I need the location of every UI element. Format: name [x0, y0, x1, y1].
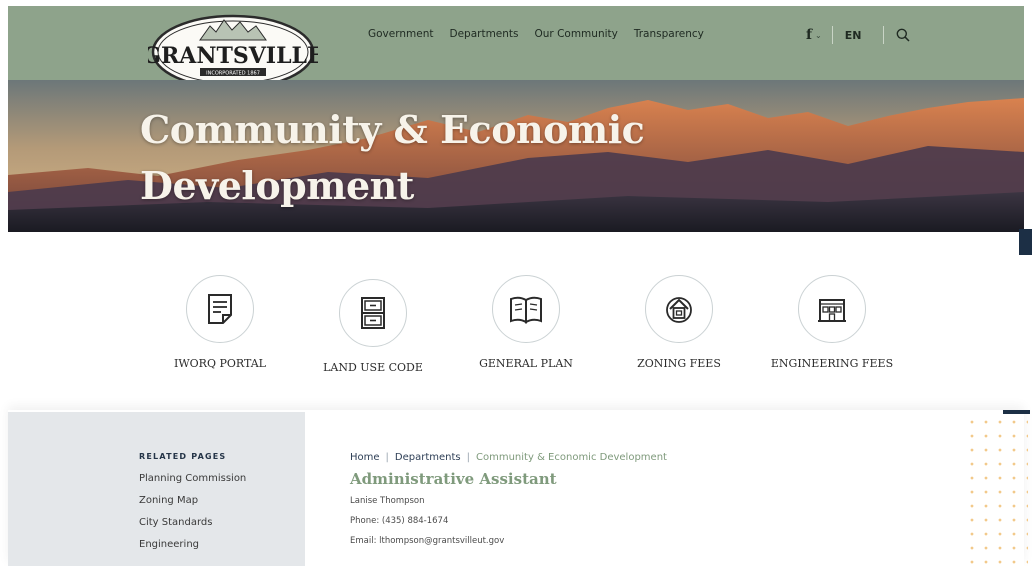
quick-link-circle [645, 275, 713, 343]
hero-title-line-1: Community & Economic [140, 107, 645, 152]
header-utilities: f ⌄ EN [806, 25, 910, 45]
sidebar-item-planning-commission[interactable]: Planning Commission [139, 472, 246, 494]
decorative-dot-pattern [968, 418, 1028, 566]
quick-link-circle [339, 279, 407, 347]
quick-link-circle [798, 275, 866, 343]
nav-government[interactable]: Government [368, 28, 433, 40]
contact-name: Lanise Thompson [350, 496, 425, 506]
page-title: Administrative Assistant [350, 470, 557, 488]
breadcrumb: Home | Departments | Community & Economic De… [350, 452, 667, 463]
quick-link-land-use-code[interactable]: LAND USE CODE [303, 279, 443, 374]
quick-link-engineering-fees[interactable]: ENGINEERING FEES [762, 275, 902, 370]
quick-links: IWORQ PORTAL LAND USE CODE GENERAL PLAN … [0, 232, 1032, 410]
side-tab-indicator [1003, 410, 1030, 414]
divider [883, 26, 885, 44]
facebook-icon[interactable]: f [806, 27, 812, 43]
breadcrumb-separator: | [466, 452, 471, 463]
hero-banner: Community & Economic Development [8, 80, 1024, 232]
contact-phone: Phone: (435) 884-1674 [350, 516, 449, 526]
chevron-down-icon[interactable]: ⌄ [815, 31, 822, 40]
nav-our-community[interactable]: Our Community [535, 28, 618, 40]
quick-link-label: ENGINEERING FEES [770, 357, 894, 370]
contact-email[interactable]: Email: lthompson@grantsvilleut.gov [350, 536, 504, 546]
breadcrumb-departments[interactable]: Departments [395, 452, 461, 463]
language-selector[interactable]: EN [845, 29, 862, 42]
quick-link-label: GENERAL PLAN [479, 357, 573, 370]
quick-link-label: LAND USE CODE [323, 361, 423, 374]
sidebar-item-engineering[interactable]: Engineering [139, 538, 246, 560]
logo-wordmark: GRANTSVILLE [148, 43, 318, 69]
quick-link-zoning-fees[interactable]: ZONING FEES [609, 275, 749, 370]
quick-link-circle [186, 275, 254, 343]
page-hero-title: Community & Economic Development [140, 102, 645, 214]
main-nav: Government Departments Our Community Tra… [368, 28, 704, 40]
file-cabinet-icon [361, 297, 385, 329]
quick-link-circle [492, 275, 560, 343]
hero-title-line-2: Development [140, 163, 414, 208]
breadcrumb-separator: | [385, 452, 389, 463]
related-pages-sidebar: RELATED PAGES Planning Commission Zoning… [8, 412, 305, 566]
related-pages-heading: RELATED PAGES [139, 452, 227, 461]
quick-link-label: ZONING FEES [637, 357, 721, 370]
related-pages-list: Planning Commission Zoning Map City Stan… [139, 472, 246, 560]
site-header: GRANTSVILLE INCORPORATED 1867 Government… [8, 6, 1024, 90]
building-icon [818, 299, 846, 322]
sidebar-item-city-standards[interactable]: City Standards [139, 516, 246, 538]
logo-tagline: INCORPORATED 1867 [206, 71, 260, 77]
open-book-icon [510, 296, 542, 324]
quick-link-general-plan[interactable]: GENERAL PLAN [456, 275, 596, 370]
quick-link-iworq-portal[interactable]: IWORQ PORTAL [150, 275, 290, 370]
breadcrumb-current: Community & Economic Development [476, 452, 667, 463]
divider [831, 26, 833, 44]
home-zoning-icon [666, 297, 692, 323]
search-icon[interactable] [896, 28, 910, 42]
breadcrumb-home[interactable]: Home [350, 452, 380, 463]
quick-link-label: IWORQ PORTAL [174, 357, 266, 370]
nav-departments[interactable]: Departments [449, 28, 518, 40]
grantsville-logo[interactable]: GRANTSVILLE INCORPORATED 1867 [148, 12, 318, 90]
document-icon [208, 294, 232, 324]
sidebar-item-zoning-map[interactable]: Zoning Map [139, 494, 246, 516]
nav-transparency[interactable]: Transparency [634, 28, 704, 40]
